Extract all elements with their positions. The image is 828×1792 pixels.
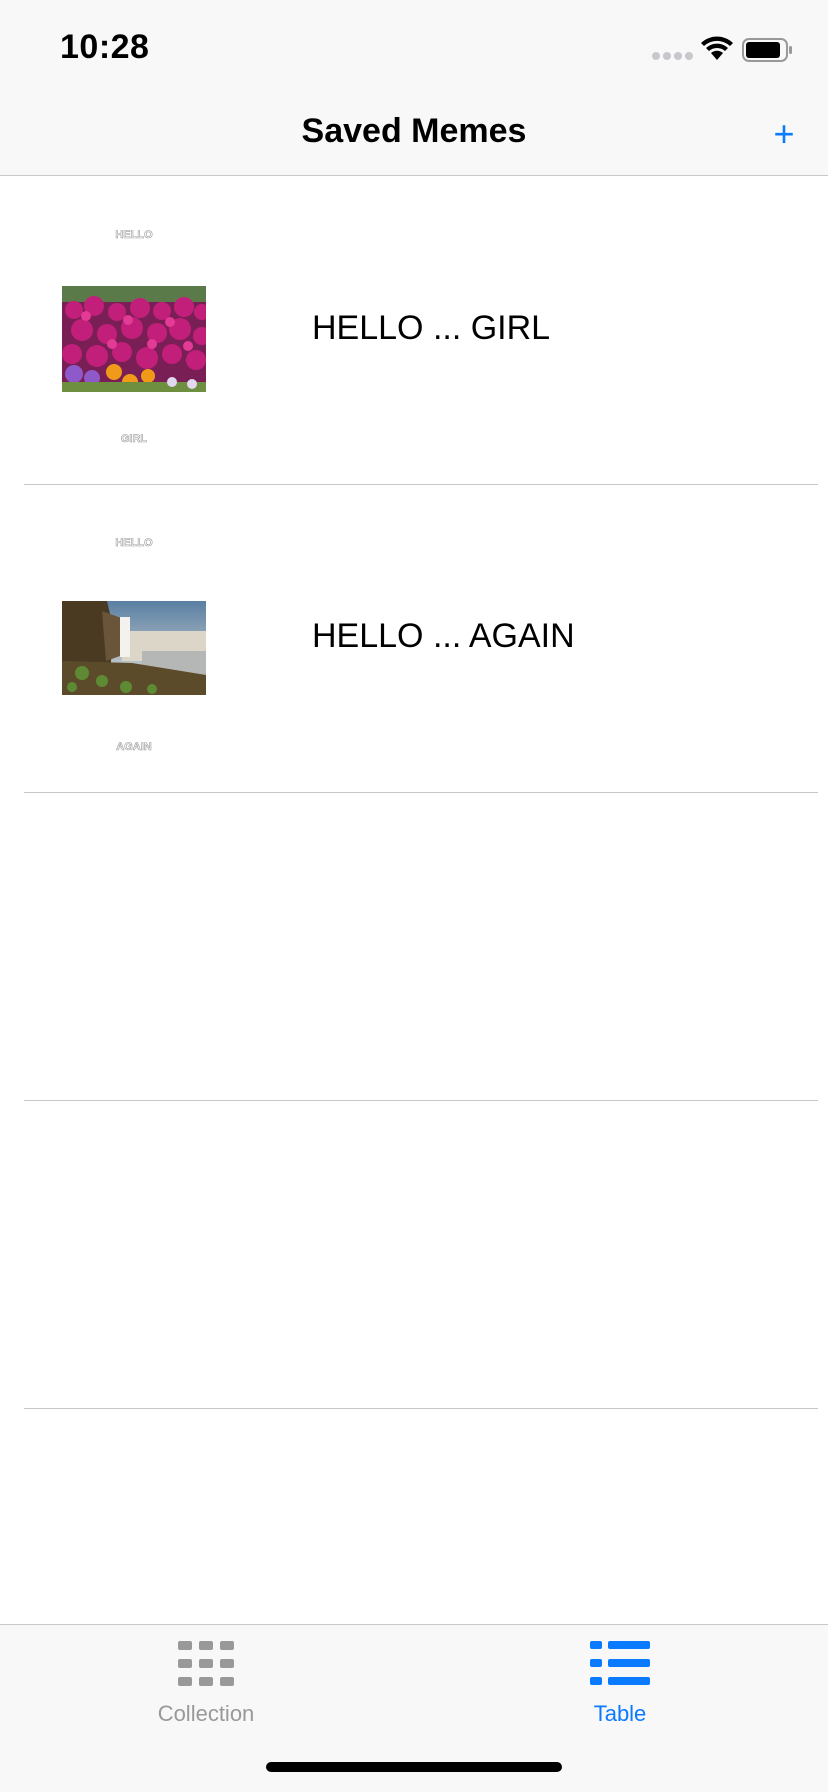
table-row[interactable]: HELLO AGAIN HELLO ... AGAIN (0, 485, 828, 793)
list-icon (590, 1641, 650, 1685)
tab-collection[interactable]: Collection (96, 1639, 316, 1735)
meme-top-text: HELLO (115, 229, 153, 242)
status-time: 10:28 (60, 28, 150, 66)
meme-title: HELLO ... AGAIN (312, 617, 575, 655)
home-indicator[interactable] (266, 1762, 562, 1772)
table-row[interactable]: HELLO GIRL HELLO ... GIRL (0, 177, 828, 485)
cellular-signal-icon (652, 52, 693, 60)
add-meme-button[interactable]: + (764, 114, 804, 154)
battery-icon (742, 38, 792, 62)
navigation-header: 10:28 Saved Memes + (0, 0, 828, 176)
tab-table-label: Table (593, 1701, 647, 1726)
meme-thumbnail (62, 286, 206, 392)
page-title: Saved Memes (301, 112, 527, 150)
meme-title: HELLO ... GIRL (312, 309, 551, 347)
meme-bottom-text: GIRL (120, 433, 148, 446)
grid-icon (178, 1641, 234, 1686)
empty-row (0, 1101, 828, 1409)
tab-collection-label: Collection (157, 1701, 255, 1726)
tab-table[interactable]: Table (510, 1639, 730, 1735)
row-divider (24, 1408, 818, 1409)
wifi-icon (701, 36, 733, 60)
meme-bottom-text: AGAIN (116, 741, 152, 754)
meme-thumbnail (62, 601, 206, 695)
empty-row (0, 793, 828, 1101)
meme-top-text: HELLO (115, 537, 153, 550)
